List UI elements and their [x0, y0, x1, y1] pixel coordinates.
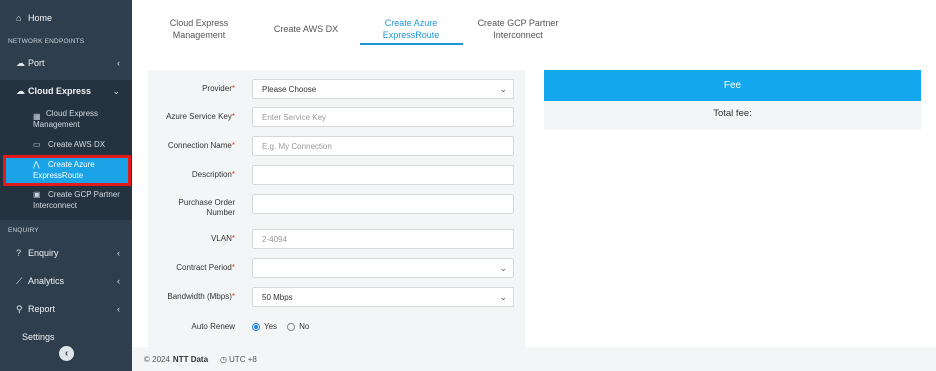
chevron-down-icon: ⌄: [499, 84, 507, 94]
search-icon: ⚲: [16, 303, 23, 314]
sidebar-item-label: Enquiry: [28, 248, 59, 258]
sidebar-item-label: Analytics: [28, 276, 65, 286]
bandwidth-row: Bandwidth (Mbps)* 50 Mbps ⌄: [148, 287, 525, 307]
sidebar-subitem-create-gcp-partner-interconnect[interactable]: ▣ Create GCP Partner Interconnect: [0, 189, 132, 211]
footer: © 2024 NTT Data ◷ UTC +8: [132, 347, 936, 371]
cloud-icon: ☁: [16, 85, 25, 96]
sidebar-subitem-create-aws-dx[interactable]: ▭ Create AWS DX: [0, 139, 132, 151]
description-input[interactable]: [252, 165, 514, 185]
service-key-row: Azure Service Key* Enter Service Key: [148, 107, 525, 127]
sidebar-subitem-label-line2: Management: [33, 120, 80, 129]
contract-period-select[interactable]: ⌄: [252, 258, 514, 278]
auto-renew-radio-group: Yes No: [252, 322, 309, 331]
help-circle-icon: ?: [16, 248, 22, 258]
aws-icon: ▭: [33, 140, 41, 149]
fee-header: Fee: [544, 70, 921, 101]
sidebar-item-report[interactable]: ⚲ Report ‹: [0, 302, 132, 316]
chevron-left-icon: ‹: [117, 276, 120, 286]
auto-renew-no-radio[interactable]: [287, 322, 296, 331]
bandwidth-select-value: 50 Mbps: [262, 292, 293, 302]
connection-name-input[interactable]: E.g. My Connection: [252, 136, 514, 156]
sidebar-item-label: Settings: [22, 332, 55, 342]
footer-copyright: © 2024: [144, 354, 170, 364]
chevron-left-icon: ‹: [117, 58, 120, 68]
provider-label: Provider*: [202, 84, 235, 93]
auto-renew-no-label: No: [299, 322, 310, 331]
tab-label: Create GCP Partner: [477, 18, 559, 28]
auto-renew-yes-label: Yes: [264, 322, 278, 331]
po-number-input[interactable]: [252, 194, 514, 214]
sidebar-item-home[interactable]: ⌂ Home: [0, 11, 132, 25]
vlan-label: VLAN*: [210, 234, 235, 243]
sidebar-item-label: Home: [28, 13, 53, 23]
fee-panel: Fee Total fee:: [544, 70, 921, 130]
vlan-row: VLAN* 2-4094: [148, 229, 525, 249]
sidebar-item-label: Port: [28, 58, 45, 68]
chevron-left-icon: ‹: [117, 304, 120, 314]
auto-renew-yes-radio[interactable]: [252, 322, 260, 331]
provider-row: Provider* Please Choose ⌄: [148, 79, 525, 99]
sidebar-item-label: Report: [28, 304, 56, 314]
sidebar-item-analytics[interactable]: ⟋ Analytics ‹: [0, 274, 132, 288]
sidebar-subitem-label: Create AWS DX: [48, 140, 106, 149]
auto-renew-row: Auto Renew Yes No: [148, 320, 525, 334]
service-key-input[interactable]: Enter Service Key: [252, 107, 514, 127]
chevron-down-icon: ⌄: [112, 85, 120, 96]
tab-label-line2: Interconnect: [493, 30, 543, 40]
provider-select[interactable]: Please Choose ⌄: [252, 79, 514, 99]
sidebar: ⌂ Home NETWORK ENDPOINTS ☁ Port ‹ ☁ Clou…: [0, 0, 132, 371]
total-fee-label: Total fee:: [713, 108, 752, 119]
description-row: Description*: [148, 165, 525, 185]
clock-icon: ◷: [220, 354, 228, 364]
active-tab-underline: [360, 43, 463, 45]
tab-label: Create Azure: [384, 18, 438, 28]
description-label: Description*: [191, 170, 235, 179]
chevron-down-icon: ⌄: [499, 292, 507, 302]
sidebar-item-settings[interactable]: Settings: [0, 330, 132, 344]
chart-icon: ⟋: [16, 275, 23, 286]
section-enquiry: ENQUIRY: [8, 226, 39, 234]
provider-select-value: Please Choose: [262, 84, 317, 94]
tab-create-azure-expressroute[interactable]: Create Azure ExpressRoute: [368, 17, 454, 41]
contract-period-label: Contract Period*: [176, 263, 235, 272]
tab-label-line2: Management: [172, 30, 226, 40]
vlan-input[interactable]: 2-4094: [252, 229, 514, 249]
tab-label: Create AWS DX: [273, 24, 339, 34]
service-key-label: Azure Service Key*: [166, 112, 235, 121]
footer-timezone: UTC +8: [229, 354, 257, 364]
highlight-annotation: [3, 155, 131, 186]
sidebar-subitem-cloud-express-management[interactable]: ▦ Cloud Express Management: [0, 109, 132, 131]
bandwidth-select[interactable]: 50 Mbps ⌄: [252, 287, 514, 307]
footer-company: NTT Data: [172, 354, 209, 364]
connection-name-row: Connection Name* E.g. My Connection: [148, 136, 525, 156]
chevron-down-icon: ⌄: [499, 263, 507, 273]
sidebar-item-label: Cloud Express: [28, 86, 92, 96]
po-number-label: Purchase Order Number: [178, 198, 235, 217]
chevron-left-icon: ‹: [117, 248, 120, 258]
home-icon: ⌂: [16, 13, 22, 23]
cloud-icon: ☁: [16, 57, 25, 68]
contract-period-row: Contract Period* ⌄: [148, 258, 525, 278]
tab-label: Cloud Express: [169, 18, 229, 28]
collapse-sidebar-icon[interactable]: ‹: [59, 346, 74, 361]
po-number-row: Purchase Order Number: [148, 194, 525, 218]
bandwidth-label: Bandwidth (Mbps)*: [167, 292, 235, 301]
gcp-icon: ▣: [33, 190, 41, 199]
auto-renew-label: Auto Renew: [191, 322, 235, 331]
connection-name-label: Connection Name*: [167, 141, 235, 150]
sidebar-item-enquiry[interactable]: ? Enquiry ‹: [0, 246, 132, 260]
section-network-endpoints: NETWORK ENDPOINTS: [8, 37, 85, 45]
sidebar-item-cloud-express[interactable]: ☁ Cloud Express ⌄: [0, 80, 132, 102]
tab-create-gcp-partner-interconnect[interactable]: Create GCP Partner Interconnect: [470, 17, 566, 41]
azure-expressroute-form: Provider* Please Choose ⌄ Azure Service …: [148, 70, 525, 347]
sidebar-item-port[interactable]: ☁ Port ‹: [0, 56, 132, 70]
tab-label-line2: ExpressRoute: [382, 30, 440, 40]
tab-cloud-express-management[interactable]: Cloud Express Management: [156, 17, 242, 41]
sidebar-subitem-label: Cloud Express: [46, 109, 99, 118]
sidebar-subitem-label-line2: Interconnect: [33, 201, 78, 210]
tab-create-aws-dx[interactable]: Create AWS DX: [263, 23, 349, 35]
sidebar-subitem-label: Create GCP Partner: [48, 190, 120, 199]
